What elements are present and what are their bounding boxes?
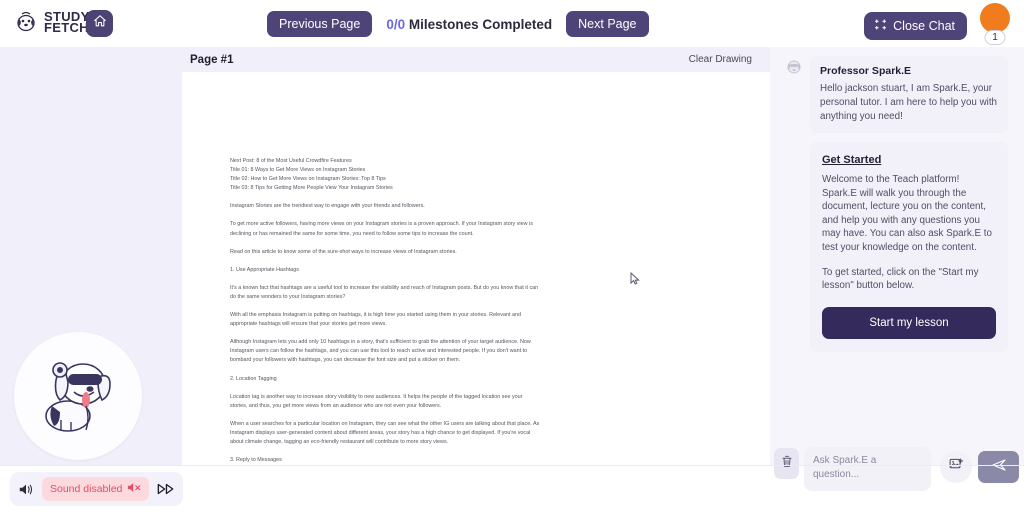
brand-logo[interactable]: STUDY FETCH [12, 8, 90, 36]
chat-message-card: Professor Spark.E Hello jackson stuart, … [810, 56, 1008, 133]
send-icon [991, 457, 1007, 478]
add-image-icon [949, 457, 964, 477]
user-avatar[interactable]: 1 [976, 3, 1014, 45]
doc-paragraph: When a user searches for a particular lo… [230, 420, 540, 445]
doc-heading: 1. Use Appropriate Hashtags [230, 266, 299, 273]
brand-line-2: FETCH [44, 20, 89, 35]
clear-drawing-button[interactable]: Clear Drawing [689, 54, 752, 65]
doc-paragraph: Location tag is another way to increase … [230, 393, 523, 409]
close-chat-button[interactable]: Close Chat [864, 12, 967, 40]
doc-line: Next Post: 8 of the Most Useful Crowdfir… [230, 158, 352, 164]
doc-heading: 3. Reply to Messages [230, 457, 282, 464]
chat-sender-name: Professor Spark.E [820, 65, 912, 77]
bottom-toolbar: Sound disabled Study Tools Start my less… [0, 466, 770, 513]
doc-line: Title 01: 8 Ways to Get More Views on In… [230, 167, 366, 174]
sound-status-label: Sound disabled [50, 483, 123, 495]
document-toolbar: Page #1 Clear Drawing [182, 47, 770, 72]
left-sidebar [0, 47, 182, 466]
studyfetch-teach-app: STUDY FETCH Previous Page 0/0 Milestones… [0, 0, 1024, 513]
speaker-muted-icon [127, 481, 141, 497]
clear-chat-button[interactable] [774, 448, 799, 479]
avatar [980, 3, 1010, 33]
doc-line: Title 02: How to Get More Views on Insta… [230, 176, 386, 183]
fast-forward-icon[interactable] [157, 482, 175, 496]
start-my-lesson-button[interactable]: Start my lesson [822, 306, 996, 339]
page-title: Page #1 [190, 53, 234, 66]
doc-paragraph: Instagram Stories are the trendiest way … [230, 203, 425, 210]
get-started-title: Get Started [822, 154, 882, 166]
mascot-icon [785, 56, 803, 76]
document-panel: Page #1 Clear Drawing Next Post: 8 of th… [182, 47, 770, 466]
attach-image-button[interactable] [940, 451, 972, 483]
doc-line: Title 03: 8 Tips for Getting More People… [230, 185, 393, 192]
previous-page-button[interactable]: Previous Page [267, 11, 373, 37]
get-started-paragraph-1: Welcome to the Teach platform! Spark.E w… [822, 174, 992, 253]
trash-icon [781, 455, 793, 473]
get-started-paragraph-2: To get started, click on the "Start my l… [822, 266, 979, 292]
doc-paragraph: To get more active followers, having mor… [230, 221, 533, 237]
document-page[interactable]: Next Post: 8 of the Most Useful Crowdfir… [182, 72, 770, 466]
next-page-button[interactable]: Next Page [566, 11, 649, 37]
chat-panel: Professor Spark.E Hello jackson stuart, … [770, 47, 1024, 466]
mascot-dog-icon [28, 344, 128, 449]
chat-message-body: Hello jackson stuart, I am Spark.E, your… [820, 83, 997, 122]
mascot-avatar [14, 332, 142, 460]
close-chat-label: Close Chat [893, 19, 955, 33]
top-header: STUDY FETCH Previous Page 0/0 Milestones… [0, 0, 1024, 47]
studyfetch-dog-logo-icon [12, 8, 40, 36]
doc-paragraph: It's a known fact that hashtags are a us… [230, 284, 539, 300]
document-text: Next Post: 8 of the Most Useful Crowdfir… [230, 157, 540, 466]
sound-status-chip[interactable]: Sound disabled [42, 477, 150, 501]
get-started-card: Get Started Welcome to the Teach platfor… [810, 142, 1008, 352]
page-navigation: Previous Page 0/0 Milestones Completed N… [267, 11, 649, 37]
send-message-button[interactable] [978, 451, 1019, 483]
sparkle-icon [874, 18, 887, 34]
sound-controls: Sound disabled [10, 472, 184, 506]
doc-heading: 2. Location Tagging [230, 375, 277, 382]
doc-paragraph: Read on this article to know some of the… [230, 248, 457, 255]
chat-input-bar [770, 440, 1024, 498]
doc-paragraph: Although Instagram lets you add only 10 … [230, 339, 531, 364]
mouse-cursor-icon [630, 271, 640, 286]
milestones-status: 0/0 Milestones Completed [386, 17, 552, 32]
avatar-badge: 1 [984, 30, 1006, 45]
home-icon [93, 14, 107, 33]
chat-question-input[interactable] [804, 447, 931, 491]
speaker-icon[interactable] [18, 482, 34, 497]
milestones-fraction: 0/0 [386, 16, 406, 32]
home-button[interactable] [86, 10, 113, 37]
doc-paragraph: With all the emphasis Instagram is putti… [230, 312, 521, 328]
milestones-label: Milestones Completed [408, 16, 553, 32]
